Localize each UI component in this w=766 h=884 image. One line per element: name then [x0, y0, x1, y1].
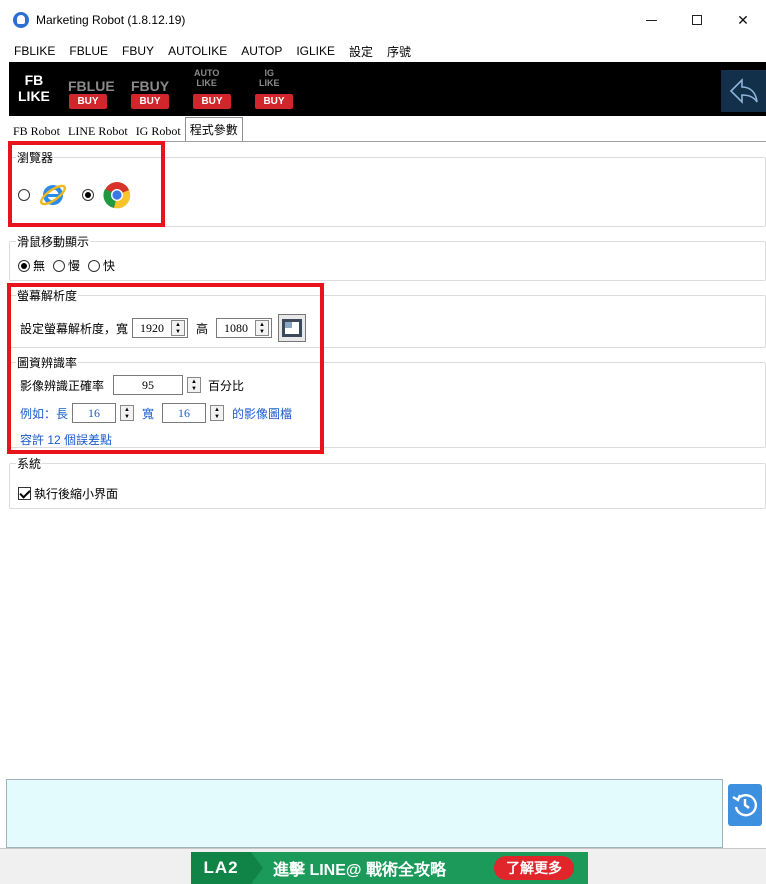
mouse-fast-label: 快	[103, 259, 116, 273]
tab-program-params[interactable]: 程式參數	[184, 117, 243, 141]
banner-auto-text: AUTO	[194, 68, 220, 78]
menu-fblue[interactable]: FBLUE	[69, 44, 108, 58]
app-icon	[13, 12, 29, 28]
log-output[interactable]	[6, 779, 723, 848]
banner-auto-like-text: LIKE	[196, 78, 217, 88]
window-title: Marketing Robot (1.8.12.19)	[36, 13, 186, 27]
banner-fblue[interactable]: FBLUE	[68, 78, 115, 94]
maximize-icon	[692, 15, 702, 25]
buy-iglike-button[interactable]: BUY	[255, 94, 293, 109]
menu-fbuy[interactable]: FBUY	[122, 44, 154, 58]
banner-fbuy-text: FBUY	[131, 78, 170, 94]
tab-ig-robot[interactable]: IG Robot	[132, 121, 185, 141]
banner-fbuy[interactable]: FBUY	[131, 78, 169, 94]
back-arrow-icon	[729, 78, 758, 104]
back-button[interactable]	[721, 70, 766, 112]
minimize-button[interactable]	[628, 0, 674, 40]
ad-message: 進擊 LINE@ 戰術全攻略	[273, 862, 446, 879]
banner-fb-text: FB	[24, 72, 44, 88]
menu-autolike[interactable]: AUTOLIKE	[168, 44, 227, 58]
buy-autolike-button[interactable]: BUY	[193, 94, 231, 109]
mouse-slow-label: 慢	[68, 259, 81, 273]
mouse-slow-radio[interactable]	[53, 259, 66, 272]
menu-fblike[interactable]: FBLIKE	[14, 44, 55, 58]
tab-fb-robot[interactable]: FB Robot	[9, 121, 64, 141]
menu-autop[interactable]: AUTOP	[241, 44, 282, 58]
window-controls: ✕	[628, 0, 766, 40]
history-icon	[732, 794, 757, 817]
title-bar: Marketing Robot (1.8.12.19) ✕	[0, 0, 766, 40]
mouse-fast-radio[interactable]	[88, 259, 101, 272]
close-button[interactable]: ✕	[720, 0, 766, 40]
banner-autolike[interactable]: AUTO LIKE	[194, 68, 219, 88]
minimize-icon	[645, 19, 657, 21]
maximize-button[interactable]	[674, 0, 720, 40]
close-icon: ✕	[737, 11, 749, 28]
minimize-checkbox[interactable]	[18, 487, 31, 500]
product-banner: FB LIKE FBLUE FBUY AUTO LIKE IG LIKE BUY…	[9, 62, 766, 116]
ad-arrow-icon	[251, 852, 263, 884]
tab-line-robot[interactable]: LINE Robot	[64, 121, 132, 141]
menu-iglike[interactable]: IGLIKE	[296, 44, 335, 58]
menu-settings[interactable]: 設定	[349, 43, 373, 60]
menu-serial[interactable]: 序號	[387, 43, 411, 60]
highlight-browser	[8, 141, 165, 227]
mouse-options: 無 慢 快	[18, 257, 115, 274]
minimize-label: 執行後縮小界面	[34, 487, 119, 501]
system-legend: 系統	[16, 455, 43, 472]
ad-brand: LA2	[191, 852, 251, 884]
banner-ig-like-text: LIKE	[259, 78, 280, 88]
banner-like-text: LIKE	[18, 88, 50, 104]
history-button[interactable]	[728, 784, 762, 826]
menu-bar: FBLIKE FBLUE FBUY AUTOLIKE AUTOP IGLIKE …	[0, 40, 766, 62]
tab-strip: FB Robot LINE Robot IG Robot 程式參數	[9, 117, 243, 141]
mouse-none-label: 無	[33, 259, 46, 273]
mouse-legend: 滑鼠移動顯示	[16, 233, 91, 250]
buy-fblue-button[interactable]: BUY	[69, 94, 107, 109]
minimize-row: 執行後縮小界面	[18, 485, 118, 502]
highlight-resolution-recognition	[7, 283, 324, 454]
ad-banner[interactable]: LA2 進擊 LINE@ 戰術全攻略 了解更多	[191, 852, 588, 884]
banner-ig-text: IG	[264, 68, 275, 78]
banner-fblike[interactable]: FB LIKE	[18, 72, 50, 104]
buy-fbuy-button[interactable]: BUY	[131, 94, 169, 109]
ad-learn-more-button[interactable]: 了解更多	[494, 856, 574, 880]
banner-fblue-text: FBLUE	[68, 78, 115, 94]
banner-iglike[interactable]: IG LIKE	[259, 68, 280, 88]
mouse-display-group: 滑鼠移動顯示 無 慢 快	[9, 233, 766, 281]
system-group: 系統 執行後縮小界面	[9, 455, 766, 509]
mouse-none-radio[interactable]	[18, 259, 30, 272]
